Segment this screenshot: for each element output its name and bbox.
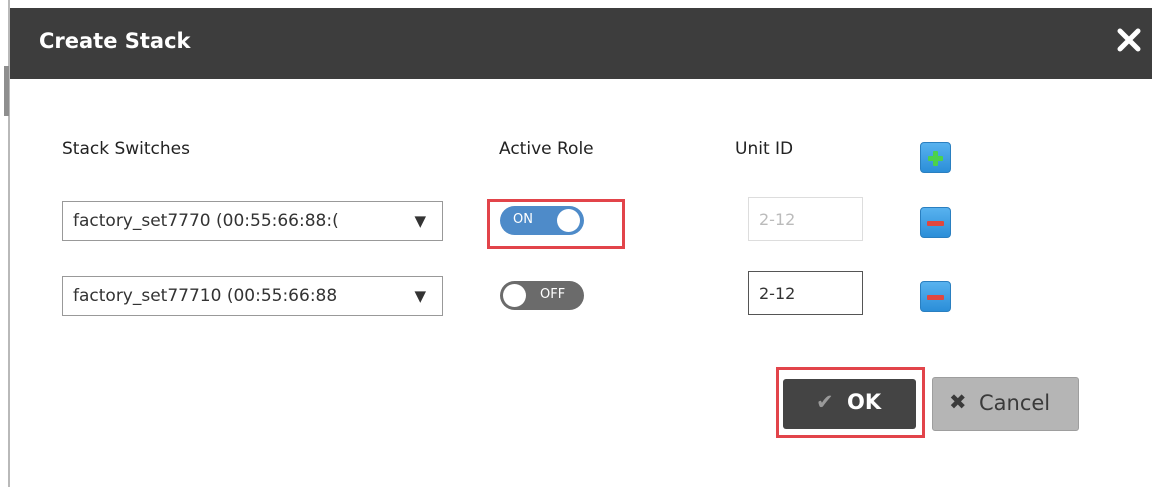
- background-window-edge: [0, 0, 10, 487]
- cancel-button-label: Cancel: [979, 391, 1051, 415]
- x-icon: ✖: [949, 390, 967, 414]
- header-active-role: Active Role: [499, 139, 594, 159]
- switch-select-row-1[interactable]: factory_set7770 (00:55:66:88:( ▼: [62, 201, 443, 241]
- switch-select-row-2[interactable]: factory_set77710 (00:55:66:88 ▼: [62, 276, 443, 316]
- remove-switch-button-row-2[interactable]: [920, 281, 951, 312]
- add-switch-button[interactable]: [920, 142, 951, 173]
- cancel-button[interactable]: ✖ Cancel: [932, 377, 1079, 431]
- dialog-title: Create Stack: [39, 29, 191, 53]
- create-stack-dialog: Create Stack Stack Switches Active Role …: [10, 8, 1152, 487]
- dialog-header: Create Stack: [10, 8, 1152, 79]
- ok-button-label: OK: [847, 390, 882, 414]
- switch-select-value: factory_set7770 (00:55:66:88:(: [73, 211, 339, 231]
- window-edge-marker: [4, 66, 9, 116]
- check-icon: ✔: [816, 390, 834, 414]
- remove-switch-button-row-1[interactable]: [920, 207, 951, 238]
- toggle-knob: [557, 209, 580, 232]
- switch-select-value: factory_set77710 (00:55:66:88: [73, 286, 338, 306]
- header-stack-switches: Stack Switches: [62, 139, 190, 159]
- toggle-label: ON: [513, 212, 533, 227]
- toggle-knob: [503, 284, 526, 307]
- minus-icon: [927, 295, 944, 300]
- toggle-label: OFF: [540, 287, 566, 302]
- dropdown-arrow-icon: ▼: [414, 212, 426, 230]
- minus-icon: [927, 221, 944, 226]
- close-icon[interactable]: [1114, 25, 1144, 55]
- dropdown-arrow-icon: ▼: [414, 287, 426, 305]
- ok-button[interactable]: ✔ OK: [783, 379, 916, 429]
- header-unit-id: Unit ID: [735, 139, 794, 159]
- active-role-toggle-row-2[interactable]: OFF: [500, 281, 584, 310]
- unit-id-input-row-1[interactable]: [748, 197, 863, 241]
- active-role-toggle-row-1[interactable]: ON: [500, 206, 584, 235]
- unit-id-input-row-2[interactable]: [748, 271, 863, 315]
